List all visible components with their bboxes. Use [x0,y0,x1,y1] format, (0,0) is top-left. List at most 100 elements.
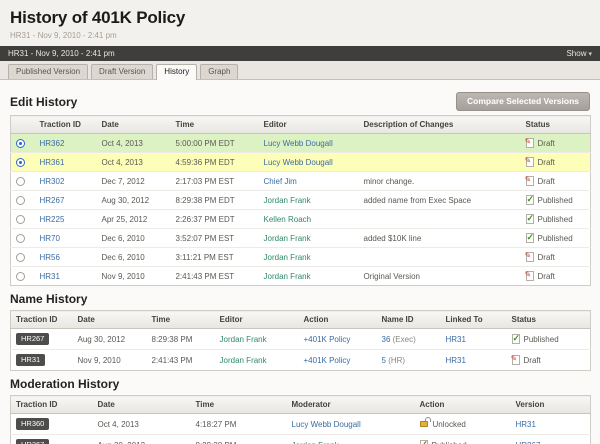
tab-published-version[interactable]: Published Version [8,64,88,79]
version-radio[interactable] [16,253,25,262]
description-cell: added $10K line [359,229,521,248]
tab-history[interactable]: History [156,64,197,80]
traction-id-link[interactable]: HR267 [40,196,65,205]
column-header-date: Date [73,311,147,329]
editor-link[interactable]: Jordan Frank [264,196,311,205]
editor-link[interactable]: Jordan Frank [264,234,311,243]
tab-graph[interactable]: Graph [200,64,238,79]
name-history-table: Traction ID Date Time Editor Action Name… [10,310,591,371]
unlock-icon [420,421,428,427]
traction-id-link[interactable]: HR70 [40,234,60,243]
version-radio[interactable] [16,139,25,148]
column-header-action: Action [299,311,377,329]
editor-link[interactable]: Lucy Webb Dougall [264,139,333,148]
version-radio[interactable] [16,196,25,205]
draft-icon [526,252,534,262]
description-cell: Original Version [359,267,521,286]
draft-icon [526,138,534,148]
traction-id-link[interactable]: HR56 [40,253,60,262]
version-radio[interactable] [16,272,25,281]
column-header-action: Action [415,396,511,414]
show-menu[interactable]: Show▾ [566,49,592,58]
column-header-select [11,116,35,134]
action-link[interactable]: +401K Policy [304,335,351,344]
table-row: HR225 Apr 25, 2012 2:26:37 PM EDT Kellen… [11,210,591,229]
date-cell: Aug 30, 2012 [93,435,191,444]
editor-link[interactable]: Jordan Frank [264,253,311,262]
version-radio[interactable] [16,234,25,243]
linked-to-link[interactable]: HR31 [446,335,466,344]
column-header-version: Version [511,396,591,414]
editor-link[interactable]: Kellen Roach [264,215,312,224]
column-header-description: Description of Changes [359,116,521,134]
table-row: HR267 Aug 30, 2012 8:29:38 PM EDT Jordan… [11,191,591,210]
moderator-link[interactable]: Lucy Webb Dougall [292,420,361,429]
published-icon [526,195,534,205]
column-header-date: Date [93,396,191,414]
table-header-row: Traction ID Date Time Editor Action Name… [11,311,591,329]
published-icon [526,233,534,243]
version-radio[interactable] [16,215,25,224]
moderator-link[interactable]: Jordan Frank [292,441,339,444]
traction-id-badge[interactable]: HR360 [16,418,49,430]
traction-id-link[interactable]: HR225 [40,215,65,224]
editor-link[interactable]: Jordan Frank [220,335,267,344]
toolbar-info: HR31 - Nov 9, 2010 - 2:41 pm [8,49,115,58]
main-content: Edit History Compare Selected Versions T… [0,80,600,444]
chevron-down-icon: ▾ [588,51,592,58]
date-cell: Dec 7, 2012 [97,172,171,191]
date-cell: Dec 6, 2010 [97,248,171,267]
page-subtitle: HR31 - Nov 9, 2010 - 2:41 pm [10,31,590,40]
status-label: Draft [538,158,555,167]
name-history-header: Name History [10,292,590,306]
status-label: Published [524,335,559,344]
tab-bar: Published Version Draft Version History … [0,61,600,80]
time-cell: 4:59:36 PM EDT [171,153,259,172]
name-id-link[interactable]: 5 [382,356,386,365]
edit-history-heading: Edit History [10,95,77,109]
editor-link[interactable]: Lucy Webb Dougall [264,158,333,167]
description-cell: added name from Exec Space [359,191,521,210]
date-cell: Aug 30, 2012 [97,191,171,210]
date-cell: Oct 4, 2013 [97,134,171,153]
editor-link[interactable]: Jordan Frank [220,356,267,365]
page-title: History of 401K Policy [10,8,590,28]
date-cell: Apr 25, 2012 [97,210,171,229]
column-header-editor: Editor [259,116,359,134]
column-header-status: Status [507,311,591,329]
status-label: Draft [524,356,541,365]
name-scope: (Exec) [393,335,416,344]
status-label: Published [538,196,573,205]
traction-id-badge[interactable]: HR267 [16,333,49,345]
version-link[interactable]: HR31 [516,420,536,429]
action-link[interactable]: +401K Policy [304,356,351,365]
compare-selected-versions-button[interactable]: Compare Selected Versions [456,92,590,111]
traction-id-link[interactable]: HR302 [40,177,65,186]
version-radio[interactable] [16,177,25,186]
table-row: HR361 Oct 4, 2013 4:59:36 PM EDT Lucy We… [11,153,591,172]
linked-to-link[interactable]: HR31 [446,356,466,365]
table-header-row: Traction ID Date Time Editor Description… [11,116,591,134]
description-cell: minor change. [359,172,521,191]
draft-icon [526,271,534,281]
column-header-name-id: Name ID [377,311,441,329]
column-header-traction-id: Traction ID [11,396,93,414]
description-cell [359,210,521,229]
status-label: Draft [538,177,555,186]
version-radio[interactable] [16,158,25,167]
version-link[interactable]: HR267 [516,441,541,444]
table-row: HR360 Oct 4, 2013 4:18:27 PM Lucy Webb D… [11,414,591,435]
editor-link[interactable]: Jordan Frank [264,272,311,281]
traction-id-link[interactable]: HR361 [40,158,65,167]
table-row: HR31 Nov 9, 2010 2:41:43 PM Jordan Frank… [11,350,591,371]
time-cell: 2:17:03 PM EST [171,172,259,191]
editor-link[interactable]: Chief Jim [264,177,297,186]
time-cell: 4:18:27 PM [191,414,287,435]
traction-id-link[interactable]: HR31 [40,272,60,281]
tab-draft-version[interactable]: Draft Version [91,64,153,79]
traction-id-badge[interactable]: HR31 [16,354,45,366]
traction-id-badge[interactable]: HR267 [16,439,49,444]
date-cell: Dec 6, 2010 [97,229,171,248]
name-id-link[interactable]: 36 [382,335,391,344]
traction-id-link[interactable]: HR362 [40,139,65,148]
